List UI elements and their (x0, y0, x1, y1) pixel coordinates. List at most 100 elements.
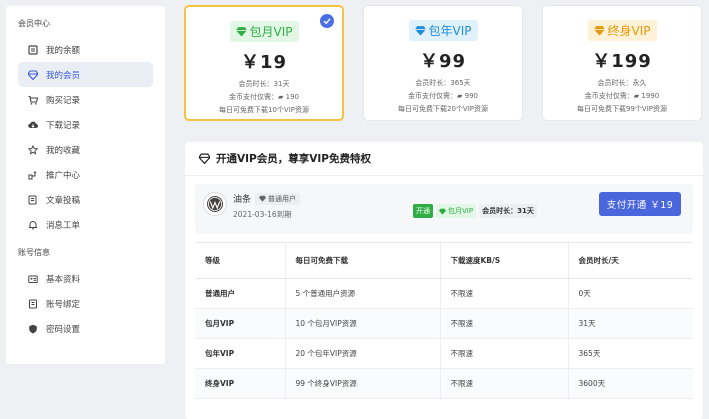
plan-badge: 终身VIP (587, 20, 657, 41)
table-cell: 20 个包年VIP资源 (284, 338, 440, 369)
table-cell: 不限速 (439, 278, 568, 309)
diamond-icon (593, 26, 605, 36)
user-level-tag: 普通用户 (255, 192, 301, 205)
sidebar-item-purchases[interactable]: 购买记录 (18, 87, 153, 112)
diamond-icon (259, 195, 267, 202)
plan-price: ￥199 (592, 51, 652, 72)
order-summary-tags: 开通 包月VIP 会员时长：31天 (413, 204, 537, 218)
sidebar-item-account-binding[interactable]: 账号绑定 (18, 291, 153, 316)
sidebar-item-submit-article[interactable]: 文章投稿 (18, 187, 153, 212)
link-icon (26, 299, 40, 309)
plan-coin-price: 金币支付仅需：▰ 190 (186, 92, 342, 102)
table-cell: 终身VIP (195, 368, 285, 399)
sidebar-item-label: 我的余额 (46, 45, 81, 56)
sidebar-item-label: 基本资料 (46, 274, 81, 285)
user-name: 油条 (233, 195, 252, 205)
table-cell: 包年VIP (195, 338, 285, 369)
column-header: 会员时长/天 (567, 242, 693, 279)
table-cell: 3600天 (567, 368, 693, 399)
cloud-download-icon (26, 120, 40, 130)
table-row: 包月VIP 10 个包月VIP资源 不限速 31天 (195, 308, 693, 339)
diamond-icon (199, 153, 210, 164)
avatar (203, 192, 227, 216)
open-tag: 开通 (413, 204, 433, 218)
plan-badge: 包月VIP (229, 21, 299, 42)
diamond-icon (26, 69, 40, 80)
plan-duration: 会员时长：永久 (597, 79, 647, 87)
id-card-icon (26, 274, 40, 284)
sidebar-item-tickets[interactable]: 消息工单 (18, 212, 153, 237)
user-expiry-date: 2021-03-16到期 (233, 210, 292, 219)
plan-name: 终身VIP (607, 24, 651, 38)
plan-name: 包月VIP (249, 25, 293, 39)
user-summary: 油条 普通用户 2021-03-16到期 开通 包月VIP 会员时长：31天 支… (195, 184, 693, 234)
selected-plan-label: 包月VIP (448, 207, 474, 215)
panel-title: 开通VIP会员，尊享VIP免费特权 (216, 153, 371, 165)
coin-icon: ▰ (278, 93, 286, 101)
plan-coin-price: 金币支付仅需：▰ 1990 (543, 91, 701, 101)
column-header: 每日可免费下载 (284, 242, 440, 279)
sidebar-item-promotion[interactable]: 推广中心 (18, 162, 153, 187)
table-cell: 0天 (567, 278, 693, 309)
plan-duration: 会员时长：365天 (415, 79, 471, 87)
sidebar-item-label: 我的收藏 (46, 145, 81, 156)
selected-plan-tag: 包月VIP (436, 204, 477, 218)
sidebar-item-label: 购买记录 (46, 95, 81, 106)
plan-price: ￥99 (419, 51, 467, 72)
diamond-icon (414, 26, 426, 36)
column-header: 下载速度KB/S (439, 242, 568, 279)
user-level-label: 普通用户 (268, 194, 297, 203)
table-cell: 不限速 (439, 368, 568, 399)
table-cell: 31天 (567, 308, 693, 339)
panel-header: 开通VIP会员，尊享VIP免费特权 (185, 142, 703, 176)
sidebar-item-balance[interactable]: 我的余额 (18, 37, 153, 62)
plan-card-lifetime[interactable]: 终身VIP ￥199 会员时长：永久 金币支付仅需：▰ 1990 每日可免费下载… (542, 5, 702, 121)
shield-icon (26, 324, 40, 334)
plan-duration: 会员时长：31天 (238, 80, 290, 88)
column-header: 等级 (195, 242, 285, 279)
share-icon (26, 170, 40, 180)
sidebar-group-title: 账号信息 (18, 248, 50, 257)
table-cell: 365天 (567, 338, 693, 369)
plan-quota: 每日可免费下载99个VIP资源 (577, 105, 667, 113)
plan-quota: 每日可免费下载20个VIP资源 (398, 105, 488, 113)
check-icon (320, 14, 334, 28)
table-cell: 10 个包月VIP资源 (284, 308, 440, 339)
plan-price: ￥19 (240, 52, 288, 73)
vip-panel: 开通VIP会员，尊享VIP免费特权 油条 普通用户 2021-03-16到期 开… (185, 142, 703, 419)
sidebar: 会员中心 我的余额 我的会员 购买记录 下载记录 我的收藏 推广中心 文章投稿 … (6, 6, 165, 364)
diamond-icon (235, 27, 247, 37)
plan-badge: 包年VIP (408, 20, 478, 41)
table-row: 包年VIP 20 个包年VIP资源 不限速 365天 (195, 338, 693, 369)
user-name-line: 油条 普通用户 (233, 192, 301, 205)
table-cell: 包月VIP (195, 308, 285, 339)
diamond-icon (439, 208, 446, 215)
coin-amount: 990 (464, 92, 478, 100)
plan-coin-price: 金币支付仅需：▰ 990 (364, 91, 522, 101)
bell-icon (26, 220, 40, 230)
sidebar-item-label: 我的会员 (46, 70, 81, 81)
sidebar-item-password[interactable]: 密码设置 (18, 316, 153, 341)
coin-icon: ▰ (457, 92, 465, 100)
sidebar-item-label: 账号绑定 (46, 299, 81, 310)
wallet-icon (26, 44, 40, 55)
duration-tag: 会员时长：31天 (479, 204, 537, 218)
sidebar-item-favorites[interactable]: 我的收藏 (18, 137, 153, 162)
plan-card-yearly[interactable]: 包年VIP ￥99 会员时长：365天 金币支付仅需：▰ 990 每日可免费下载… (363, 5, 523, 121)
pay-button[interactable]: 支付开通 ￥19 (599, 192, 681, 216)
plan-card-monthly[interactable]: 包月VIP ￥19 会员时长：31天 金币支付仅需：▰ 190 每日可免费下载1… (184, 5, 344, 121)
plan-name: 包年VIP (428, 24, 472, 38)
sidebar-item-label: 文章投稿 (46, 195, 81, 206)
table-cell: 不限速 (439, 308, 568, 339)
sidebar-item-membership[interactable]: 我的会员 (18, 62, 153, 87)
sidebar-item-profile[interactable]: 基本资料 (18, 266, 153, 291)
table-header-row: 等级 每日可免费下载 下载速度KB/S 会员时长/天 (195, 242, 693, 279)
coin-amount: 190 (285, 93, 299, 101)
sidebar-item-downloads[interactable]: 下载记录 (18, 112, 153, 137)
table-cell: 5 个普通用户资源 (284, 278, 440, 309)
coin-amount: 1990 (641, 92, 660, 100)
table-cell: 不限速 (439, 338, 568, 369)
sidebar-item-label: 密码设置 (46, 324, 81, 335)
star-icon (26, 144, 40, 155)
coin-price-label: 金币支付仅需： (408, 92, 457, 100)
